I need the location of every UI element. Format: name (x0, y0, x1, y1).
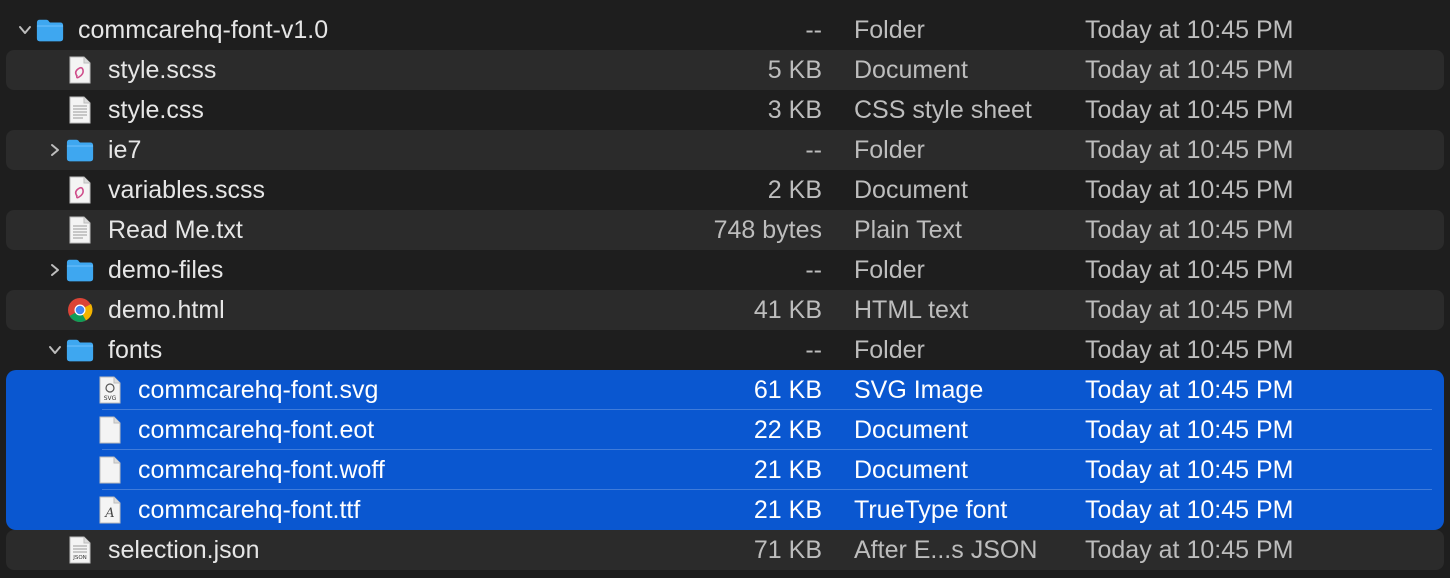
date-modified: Today at 10:45 PM (1085, 456, 1294, 484)
svg-text:JSON: JSON (72, 555, 87, 561)
blank-document-icon (96, 416, 124, 444)
date-modified: Today at 10:45 PM (1085, 496, 1294, 524)
file-name: demo-files (108, 256, 224, 284)
file-size: -- (805, 256, 822, 284)
file-size: 22 KB (753, 416, 822, 444)
date-modified: Today at 10:45 PM (1085, 176, 1294, 204)
file-name: variables.scss (108, 176, 265, 204)
file-name: commcarehq-font.svg (138, 376, 379, 404)
file-kind: TrueType font (854, 496, 1008, 524)
file-size: -- (805, 136, 822, 164)
file-row[interactable]: demo-files -- Folder Today at 10:45 PM (6, 250, 1444, 290)
file-kind: Document (854, 416, 968, 444)
file-size: -- (805, 336, 822, 364)
file-name: style.scss (108, 56, 217, 84)
date-modified: Today at 10:45 PM (1085, 136, 1294, 164)
json-document-icon: JSON (66, 536, 94, 564)
svg-document-icon: SVG (96, 376, 124, 404)
file-kind: After E...s JSON (854, 536, 1038, 564)
date-modified: Today at 10:45 PM (1085, 376, 1294, 404)
file-row[interactable]: ie7 -- Folder Today at 10:45 PM (6, 130, 1444, 170)
svg-text:SVG: SVG (104, 395, 117, 402)
file-size: 21 KB (753, 496, 822, 524)
file-list: commcarehq-font-v1.0 -- Folder Today at 10:… (0, 10, 1450, 570)
date-modified: Today at 10:45 PM (1085, 416, 1294, 444)
date-modified: Today at 10:45 PM (1085, 96, 1294, 124)
file-name: selection.json (108, 536, 260, 564)
file-size: 748 bytes (713, 216, 822, 244)
date-modified: Today at 10:45 PM (1085, 256, 1294, 284)
file-name: fonts (108, 336, 163, 364)
file-name: commcarehq-font.woff (138, 456, 385, 484)
file-kind: Document (854, 176, 968, 204)
file-name: style.css (108, 96, 204, 124)
svg-text:A: A (104, 506, 114, 521)
file-kind: HTML text (854, 296, 969, 324)
file-kind: Document (854, 456, 968, 484)
date-modified: Today at 10:45 PM (1085, 56, 1294, 84)
file-name: ie7 (108, 136, 142, 164)
file-size: 3 KB (767, 96, 822, 124)
folder-icon (66, 136, 94, 164)
file-kind: Document (854, 56, 968, 84)
file-row[interactable]: JSON selection.json 71 KB After E...s JSON T… (6, 530, 1444, 570)
file-row[interactable]: fonts -- Folder Today at 10:45 PM (6, 330, 1444, 370)
file-kind: SVG Image (854, 376, 984, 404)
file-kind: Folder (854, 16, 925, 44)
file-size: 21 KB (753, 456, 822, 484)
date-modified: Today at 10:45 PM (1085, 336, 1294, 364)
file-kind: Plain Text (854, 216, 962, 244)
folder-icon (66, 256, 94, 284)
folder-icon (66, 336, 94, 364)
file-kind: CSS style sheet (854, 96, 1032, 124)
chevron-right-icon[interactable] (46, 261, 64, 279)
file-name: commcarehq-font-v1.0 (78, 16, 329, 44)
file-kind: Folder (854, 136, 925, 164)
chevron-right-icon[interactable] (46, 141, 64, 159)
file-row[interactable]: style.scss 5 KB Document Today at 10:45 PM (6, 50, 1444, 90)
sass-document-icon (66, 176, 94, 204)
file-size: -- (805, 16, 822, 44)
text-document-icon (66, 96, 94, 124)
file-row[interactable]: commcarehq-font.woff 21 KB Document Today a… (6, 450, 1444, 490)
file-row[interactable]: Acommcarehq-font.ttf 21 KB TrueType font To… (6, 490, 1444, 530)
file-size: 61 KB (753, 376, 822, 404)
date-modified: Today at 10:45 PM (1085, 536, 1294, 564)
chevron-down-icon[interactable] (46, 341, 64, 359)
chrome-icon (66, 296, 94, 324)
file-size: 41 KB (753, 296, 822, 324)
sass-document-icon (66, 56, 94, 84)
date-modified: Today at 10:45 PM (1085, 16, 1294, 44)
file-size: 5 KB (767, 56, 822, 84)
file-size: 71 KB (753, 536, 822, 564)
date-modified: Today at 10:45 PM (1085, 296, 1294, 324)
file-row[interactable]: Read Me.txt 748 bytes Plain Text Today at 1… (6, 210, 1444, 250)
file-row[interactable]: commcarehq-font.eot 22 KB Document Today at… (6, 410, 1444, 450)
file-row[interactable]: SVG commcarehq-font.svg 61 KB SVG Image Toda… (6, 370, 1444, 410)
file-row[interactable]: style.css 3 KB CSS style sheet Today at 10:… (6, 90, 1444, 130)
folder-icon (36, 16, 64, 44)
file-kind: Folder (854, 336, 925, 364)
file-row[interactable]: variables.scss 2 KB Document Today at 10:45… (6, 170, 1444, 210)
file-row[interactable]: demo.html 41 KB HTML text Today at 10:45 PM (6, 290, 1444, 330)
file-size: 2 KB (767, 176, 822, 204)
chevron-down-icon[interactable] (16, 21, 34, 39)
file-name: commcarehq-font.ttf (138, 496, 361, 524)
file-name: demo.html (108, 296, 225, 324)
file-name: Read Me.txt (108, 216, 243, 244)
file-name: commcarehq-font.eot (138, 416, 375, 444)
file-kind: Folder (854, 256, 925, 284)
file-row[interactable]: commcarehq-font-v1.0 -- Folder Today at 10:… (6, 10, 1444, 50)
font-document-icon: A (96, 496, 124, 524)
blank-document-icon (96, 456, 124, 484)
text-document-icon (66, 216, 94, 244)
date-modified: Today at 10:45 PM (1085, 216, 1294, 244)
